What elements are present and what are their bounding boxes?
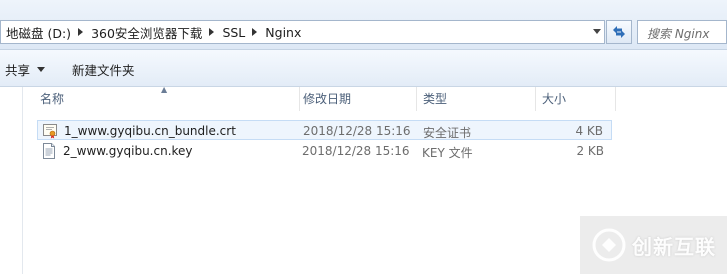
breadcrumb-drive[interactable]: 地磁盘 (D:) — [3, 23, 76, 42]
file-date: 2018/12/28 15:16 — [302, 144, 410, 158]
new-folder-button[interactable]: 新建文件夹 — [72, 61, 135, 78]
file-name: 2_www.gyqibu.cn.key — [63, 144, 193, 158]
column-headers: 名称 ▲ 修改日期 类型 大小 — [23, 85, 727, 112]
file-type: 安全证书 — [423, 126, 472, 140]
search-input[interactable]: 搜索 Nginx — [637, 20, 727, 44]
chevron-down-icon — [37, 66, 46, 72]
new-folder-label: 新建文件夹 — [72, 62, 135, 78]
address-bar[interactable]: 地磁盘 (D:) 360安全浏览器下载 SSL Nginx — [0, 20, 605, 44]
refresh-button[interactable] — [606, 20, 632, 44]
file-name: 1_www.gyqibu.cn_bundle.crt — [64, 124, 236, 138]
column-header-date[interactable]: 修改日期 — [300, 87, 417, 111]
file-size: 2 KB — [576, 144, 604, 158]
column-date-label: 修改日期 — [303, 92, 352, 106]
share-button[interactable]: 共享 — [5, 61, 46, 78]
address-bar-row: 地磁盘 (D:) 360安全浏览器下载 SSL Nginx 搜索 Nginx — [0, 0, 727, 50]
column-type-label: 类型 — [423, 92, 448, 106]
column-size-label: 大小 — [542, 92, 567, 106]
watermark-text: 创新互联 — [632, 234, 716, 259]
brand-logo-icon — [592, 228, 626, 262]
file-row[interactable]: 1_www.gyqibu.cn_bundle.crt 2018/12/28 15… — [37, 120, 612, 140]
breadcrumb-separator-icon[interactable] — [78, 28, 84, 36]
breadcrumb-nginx[interactable]: Nginx — [262, 25, 306, 40]
watermark: 创新互联 — [580, 216, 727, 274]
column-header-name[interactable]: 名称 ▲ — [23, 85, 300, 111]
refresh-icon — [613, 26, 625, 38]
toolbar: 共享 新建文件夹 — [0, 50, 727, 87]
text-file-icon — [43, 143, 55, 159]
column-name-label: 名称 — [40, 92, 65, 106]
search-placeholder: 搜索 Nginx — [647, 27, 710, 41]
breadcrumb-ssl[interactable]: SSL — [219, 25, 250, 40]
breadcrumb-separator-icon[interactable] — [252, 28, 258, 36]
breadcrumb: 地磁盘 (D:) 360安全浏览器下载 SSL Nginx — [3, 21, 306, 43]
breadcrumb-download-folder[interactable]: 360安全浏览器下载 — [88, 23, 207, 42]
share-label: 共享 — [5, 62, 31, 78]
certificate-icon — [43, 124, 57, 139]
navigation-pane[interactable] — [0, 87, 23, 274]
file-type: KEY 文件 — [422, 146, 473, 160]
breadcrumb-separator-icon[interactable] — [209, 28, 215, 36]
file-date: 2018/12/28 15:16 — [303, 124, 411, 138]
column-header-size[interactable]: 大小 — [536, 87, 616, 111]
sort-ascending-icon: ▲ — [161, 85, 168, 94]
file-row[interactable]: 2_www.gyqibu.cn.key 2018/12/28 15:16 KEY… — [37, 141, 612, 161]
column-header-type[interactable]: 类型 — [417, 87, 536, 111]
address-dropdown-icon[interactable] — [593, 29, 601, 34]
file-size: 4 KB — [575, 124, 603, 138]
